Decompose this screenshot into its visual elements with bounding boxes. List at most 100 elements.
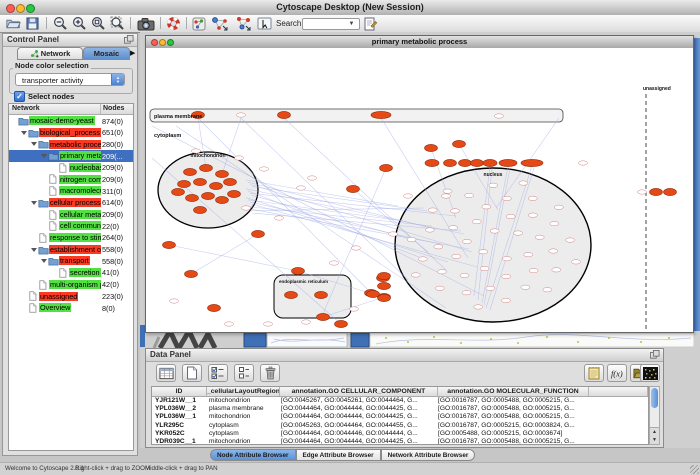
node-small[interactable] — [502, 256, 511, 260]
tree-expand-arrow-icon[interactable] — [31, 248, 37, 252]
tree-row-label[interactable]: biological_process — [39, 128, 101, 137]
apply-layout-icon[interactable] — [210, 16, 230, 31]
tree-expand-arrow-icon[interactable] — [21, 131, 27, 135]
zoom-window-button[interactable] — [26, 4, 35, 13]
table-cell[interactable]: [GO:0044464, GO:0044446, GO:0044444, G..… — [278, 430, 435, 438]
node-small[interactable] — [404, 194, 413, 198]
node[interactable] — [178, 180, 191, 187]
close-window-button[interactable] — [6, 4, 15, 13]
table-row[interactable]: YLR295Ccytoplasm[GO:0045263, GO:0044464,… — [152, 422, 648, 430]
node-small[interactable] — [528, 213, 537, 217]
tree-row-label[interactable]: response to stimulu — [49, 233, 101, 242]
node[interactable] — [521, 159, 543, 166]
node-small[interactable] — [237, 113, 246, 117]
node-small[interactable] — [308, 176, 317, 180]
table-cell[interactable]: [GO:0005488, GO:0005215, GO:0003674] — [435, 430, 585, 438]
tree-row-label[interactable]: multi-organism pro — [49, 280, 101, 289]
table-cell[interactable]: [GO:0045263, GO:0044464, GO:0044455, G..… — [278, 422, 435, 430]
tree-row[interactable]: primary metabo209(... — [9, 150, 133, 162]
node[interactable] — [378, 272, 391, 279]
node-small[interactable] — [472, 219, 481, 223]
node-small[interactable] — [549, 249, 558, 253]
node[interactable] — [285, 291, 298, 298]
node-small[interactable] — [275, 216, 284, 220]
dropdown-stepper-icon[interactable]: ▲▼ — [111, 74, 124, 85]
scrollbar-arrows[interactable]: ▲▼ — [650, 427, 659, 444]
node[interactable] — [483, 159, 497, 166]
search-config-icon[interactable] — [362, 16, 378, 31]
table-cell[interactable]: [GO:0045267, GO:0045261, GO:0044464, G..… — [278, 397, 435, 405]
open-session-icon[interactable] — [5, 16, 21, 31]
node[interactable] — [347, 185, 360, 192]
node-small[interactable] — [554, 205, 563, 209]
select-nodes-checkbox[interactable]: ✓ — [14, 91, 25, 102]
node[interactable] — [194, 178, 207, 185]
node-small[interactable] — [638, 190, 647, 194]
node-small[interactable] — [566, 238, 575, 242]
node[interactable] — [471, 159, 484, 166]
tree-row[interactable]: cell communicat22(0) — [9, 220, 133, 232]
node-small[interactable] — [411, 273, 420, 277]
tree-expand-arrow-icon[interactable] — [31, 142, 37, 146]
network-close-button[interactable] — [151, 39, 158, 46]
tab-network[interactable]: Network — [17, 47, 83, 60]
node-small[interactable] — [486, 286, 495, 290]
node[interactable] — [194, 206, 207, 213]
table-cell[interactable]: mitochondrion — [206, 397, 278, 405]
zoom-in-icon[interactable] — [71, 16, 87, 31]
tab-edge-attribute-browser[interactable]: Edge Attribute Browser — [296, 449, 381, 461]
tree-row-label[interactable]: mosaic-demo-yeast — [29, 116, 95, 125]
table-row[interactable]: YPL036W__2plasma membrane[GO:0044464, GO… — [152, 405, 648, 413]
table-row[interactable]: YJR121W__1mitochondrion[GO:0045267, GO:0… — [152, 397, 648, 405]
node-small[interactable] — [521, 285, 530, 289]
tree-row-label[interactable]: nitrogen compo — [59, 175, 101, 184]
attribute-matrix-icon[interactable] — [640, 364, 660, 382]
tree-expand-arrow-icon[interactable] — [41, 259, 47, 263]
tree-row[interactable]: transport558(0) — [9, 255, 133, 267]
node-small[interactable] — [449, 226, 458, 230]
node[interactable] — [335, 320, 348, 327]
table-cell[interactable]: cytoplasm — [206, 422, 278, 430]
search-dropdown-arrow-icon[interactable]: ▼ — [347, 18, 356, 30]
node[interactable] — [371, 111, 391, 118]
tree-row[interactable]: unassigned223(0) — [9, 290, 133, 302]
table-cell[interactable]: cytoplasm — [206, 430, 278, 438]
tree-row-label[interactable]: primary metabo — [59, 151, 101, 160]
col-cellular-layout-region[interactable]: _cellularLayoutRegion — [207, 387, 280, 396]
table-cell[interactable]: YDR039C__1 — [152, 438, 206, 445]
minimize-window-button[interactable] — [16, 4, 25, 13]
node-small[interactable] — [514, 231, 523, 235]
vizmapper-icon[interactable] — [191, 16, 207, 31]
node-small[interactable] — [235, 156, 244, 160]
tree-row-label[interactable]: cellular process — [49, 198, 101, 207]
node[interactable] — [216, 196, 229, 203]
table-cell[interactable]: mitochondrion — [206, 413, 278, 421]
zoom-out-icon[interactable] — [52, 16, 68, 31]
function-builder-icon[interactable]: f(x) — [607, 364, 627, 382]
node[interactable] — [200, 164, 213, 171]
node-small[interactable] — [428, 208, 437, 212]
node-small[interactable] — [502, 274, 511, 278]
tree-expand-arrow-icon[interactable] — [41, 154, 47, 158]
scrollbar-thumb[interactable] — [651, 388, 658, 408]
node-small[interactable] — [495, 114, 504, 118]
node-small[interactable] — [434, 245, 443, 249]
node[interactable] — [278, 111, 291, 118]
node[interactable] — [378, 294, 391, 301]
tree-row-label[interactable]: metabolic process — [49, 140, 101, 149]
node-small[interactable] — [501, 298, 510, 302]
node-small[interactable] — [535, 235, 544, 239]
attribute-table[interactable]: ID _cellularLayoutRegion annotation.GO C… — [151, 386, 649, 445]
col-go-molecular-function[interactable]: annotation.GO MOLECULAR_FUNCTION — [438, 387, 589, 396]
node-small[interactable] — [418, 257, 427, 261]
node-small[interactable] — [462, 239, 471, 243]
attribute-notes-icon[interactable] — [584, 364, 604, 382]
node-small[interactable] — [462, 291, 471, 295]
table-row[interactable]: YDR039C__1mitochondrion[GO:0044464, GO:0… — [152, 438, 648, 445]
tab-node-attribute-browser[interactable]: Node Attribute Browser — [210, 449, 296, 461]
node-small[interactable] — [479, 250, 488, 254]
node[interactable] — [425, 159, 439, 166]
node[interactable] — [499, 159, 517, 166]
unselect-attributes-icon[interactable] — [234, 364, 254, 382]
node[interactable] — [210, 182, 223, 189]
